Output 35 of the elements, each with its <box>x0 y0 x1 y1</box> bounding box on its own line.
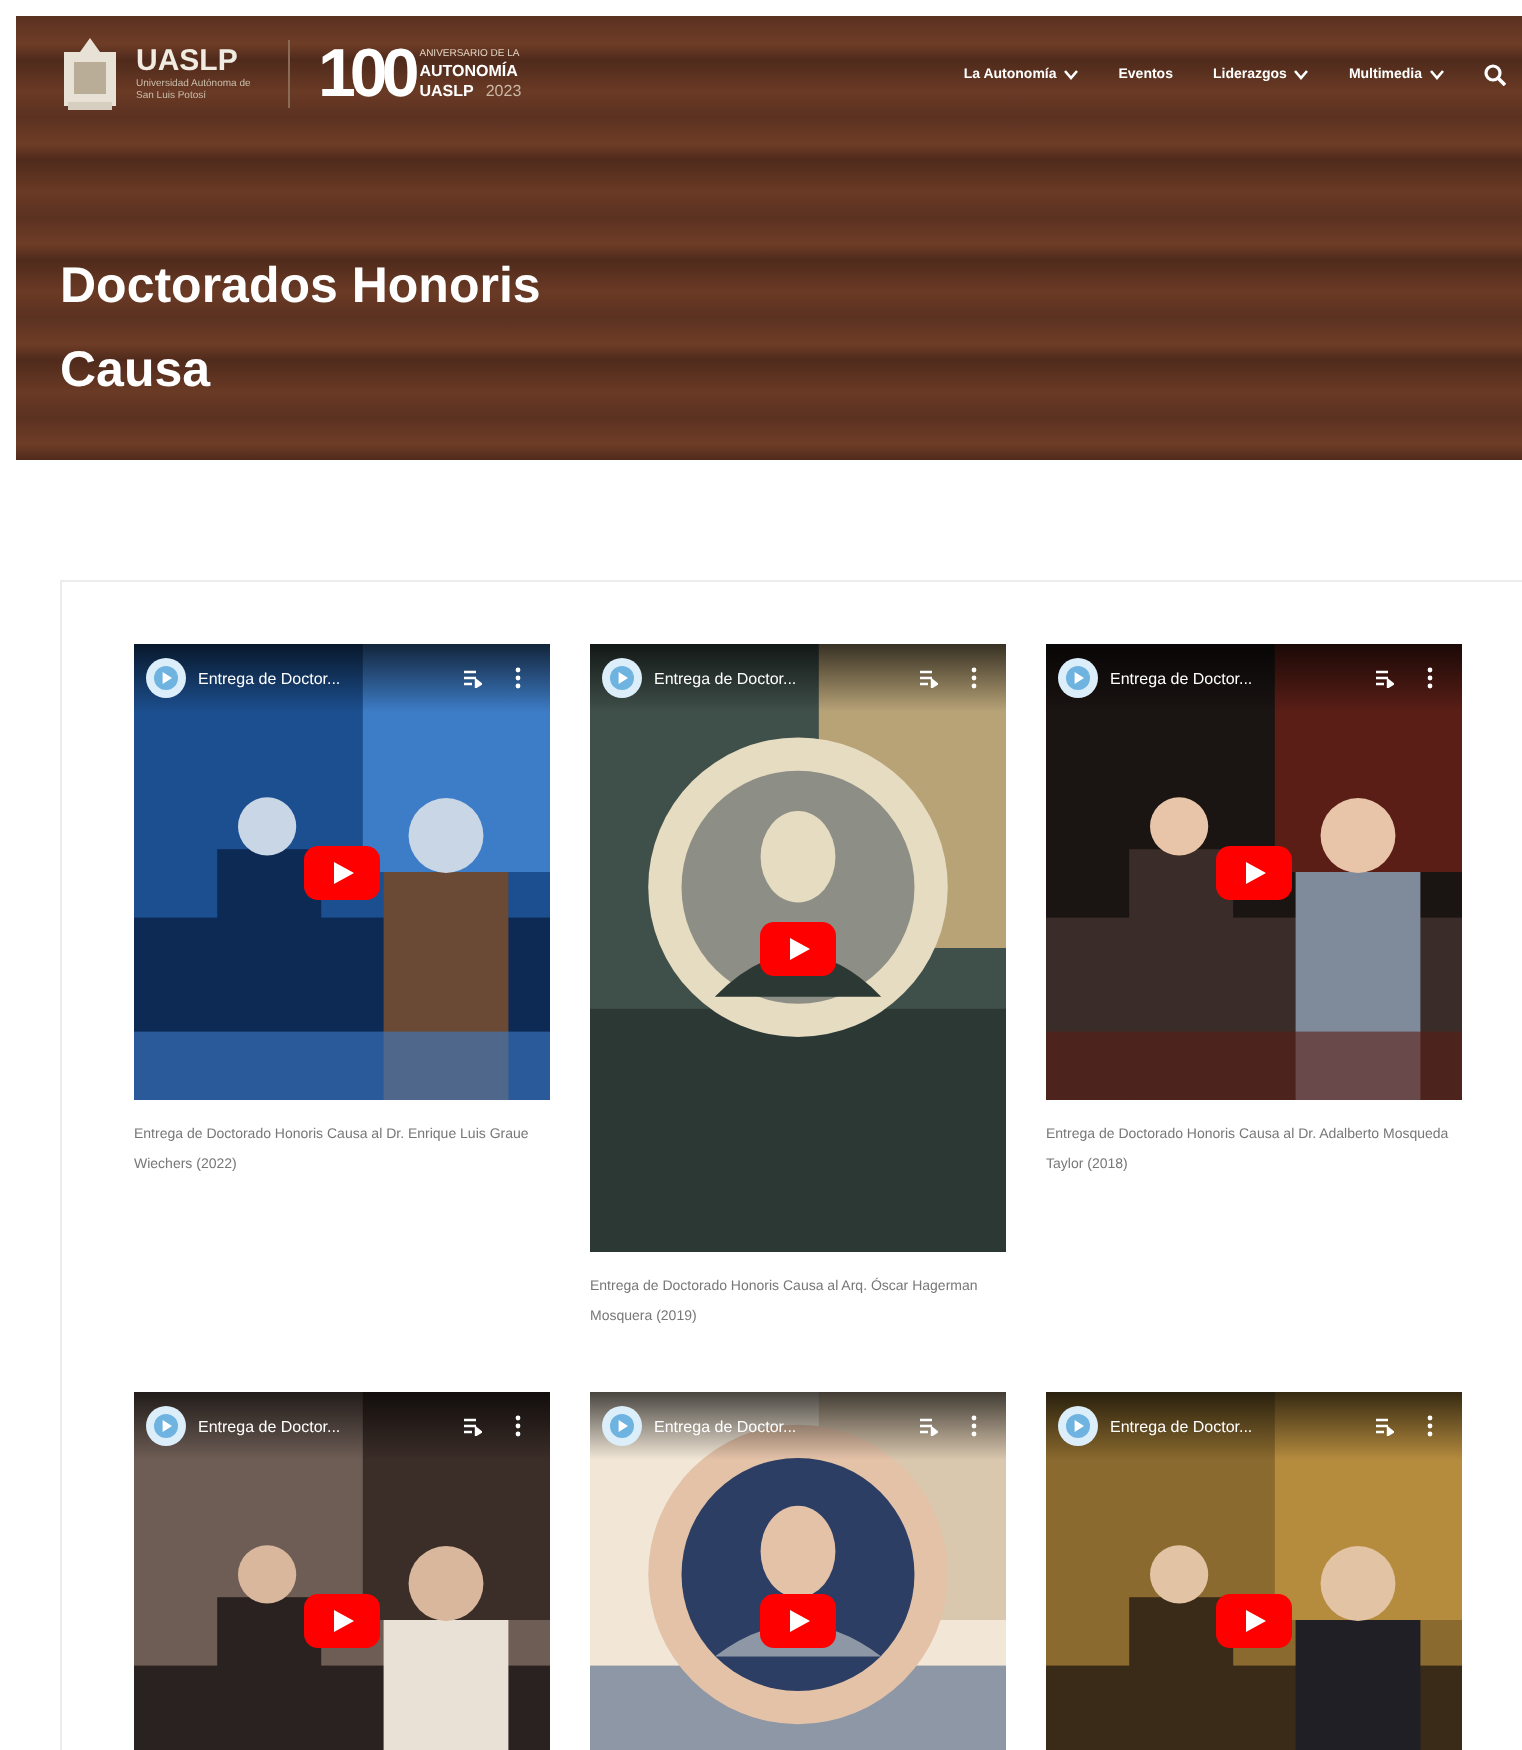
play-icon[interactable] <box>1216 846 1292 900</box>
anniversary-text: AUTONOMÍA <box>419 61 520 81</box>
queue-icon[interactable] <box>462 1416 482 1436</box>
queue-icon[interactable] <box>1374 668 1394 688</box>
channel-avatar-icon[interactable] <box>146 1406 186 1446</box>
more-icon[interactable] <box>1426 666 1434 690</box>
play-icon[interactable] <box>760 1594 836 1648</box>
video-title[interactable]: Entrega de Doctor... <box>198 669 430 687</box>
video-title[interactable]: Entrega de Doctor... <box>654 669 886 687</box>
caret-icon <box>1294 69 1309 79</box>
video-title[interactable]: Entrega de Doctor... <box>198 1417 430 1435</box>
more-icon[interactable] <box>514 666 522 690</box>
search-icon[interactable] <box>1484 63 1506 85</box>
channel-avatar-icon[interactable] <box>1058 1406 1098 1446</box>
queue-icon[interactable] <box>462 668 482 688</box>
play-icon[interactable] <box>304 846 380 900</box>
video-title[interactable]: Entrega de Doctor... <box>1110 669 1342 687</box>
more-icon[interactable] <box>514 1414 522 1438</box>
queue-icon[interactable] <box>918 668 938 688</box>
logo-name[interactable]: UASLP <box>136 46 268 78</box>
queue-icon[interactable] <box>1374 1416 1394 1436</box>
channel-avatar-icon[interactable] <box>602 658 642 698</box>
more-icon[interactable] <box>970 666 978 690</box>
anniversary-year: 2023 <box>485 81 522 101</box>
caret-icon <box>1064 69 1079 79</box>
play-icon[interactable] <box>304 1594 380 1648</box>
caret-icon <box>1430 69 1444 79</box>
anniversary-text: UASLP <box>419 81 474 101</box>
anniversary-number: 100 <box>318 40 414 108</box>
video-title[interactable]: Entrega de Doctor... <box>1110 1417 1342 1435</box>
more-icon[interactable] <box>1426 1414 1434 1438</box>
channel-avatar-icon[interactable] <box>146 658 186 698</box>
channel-avatar-icon[interactable] <box>1058 658 1098 698</box>
page-title: Doctorados Honoris Causa <box>60 256 543 402</box>
play-icon[interactable] <box>760 922 836 976</box>
